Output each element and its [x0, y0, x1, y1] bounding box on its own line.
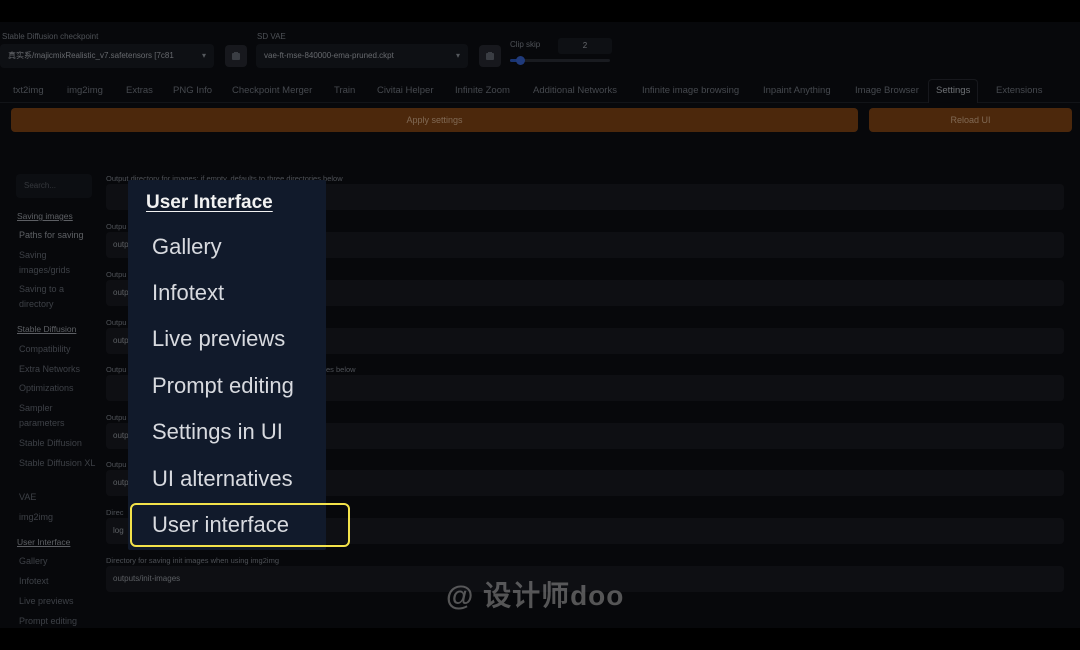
nav-item-stable-diffusion[interactable]: Stable Diffusion — [19, 436, 99, 451]
watermark: @ 设计师doo — [446, 580, 625, 611]
nav-item-paths-for-saving[interactable]: Paths for saving — [19, 228, 99, 243]
setting-label: Outpu — [106, 270, 127, 279]
nav-item-sampler-parameters[interactable]: Sampler parameters — [19, 401, 99, 431]
tab-png-info[interactable]: PNG Info — [173, 81, 212, 101]
popup-item-settings-in-ui[interactable]: Settings in UI — [152, 419, 283, 445]
nav-item-saving-images-grids[interactable]: Saving images/grids — [19, 248, 99, 278]
nav-item-prompt-editing[interactable]: Prompt editing — [19, 614, 99, 628]
nav-item-stable-diffusion-xl[interactable]: Stable Diffusion XL — [19, 456, 99, 471]
checkpoint-label: Stable Diffusion checkpoint — [2, 32, 99, 41]
tab-civitai-helper[interactable]: Civitai Helper — [377, 81, 434, 101]
reload-ui-button[interactable]: Reload UI — [869, 108, 1072, 132]
nav-item-compatibility[interactable]: Compatibility — [19, 342, 99, 357]
popup-item-ui-alternatives[interactable]: UI alternatives — [152, 466, 293, 492]
user-interface-zoom-menu: User Interface Gallery Infotext Live previ… — [128, 180, 326, 550]
nav-item-saving-to-a-directory[interactable]: Saving to a directory — [19, 282, 99, 312]
refresh-icon — [486, 52, 494, 60]
tab-image-browser[interactable]: Image Browser — [855, 81, 919, 101]
vae-value: vae-ft-mse-840000-ema-pruned.ckpt — [264, 51, 394, 60]
nav-item-optimizations[interactable]: Optimizations — [19, 381, 99, 396]
tab-inpaint-anything[interactable]: Inpaint Anything — [763, 81, 831, 101]
model-bar: Stable Diffusion checkpoint 真实系/majicmix… — [0, 22, 1080, 82]
nav-item-gallery[interactable]: Gallery — [19, 554, 99, 569]
chevron-down-icon: ▾ — [201, 51, 206, 60]
tab-additional-networks[interactable]: Additional Networks — [533, 81, 617, 101]
tab-img2img[interactable]: img2img — [67, 81, 103, 101]
setting-label: Outpu — [106, 413, 127, 422]
setting-label: Direc — [106, 508, 124, 517]
nav-item-vae[interactable]: VAE — [19, 490, 99, 505]
popup-item-prompt-editing[interactable]: Prompt editing — [152, 373, 294, 399]
tab-train[interactable]: Train — [334, 81, 355, 101]
nav-item-saving-images: Saving images — [17, 211, 73, 221]
main-tabs: txt2img img2img Extras PNG Info Checkpoint M… — [0, 78, 1080, 103]
nav-item-infotext[interactable]: Infotext — [19, 574, 99, 589]
popup-item-live-previews[interactable]: Live previews — [152, 326, 285, 352]
setting-label-tail: es below — [326, 365, 356, 374]
tab-infinite-zoom[interactable]: Infinite Zoom — [455, 81, 510, 101]
setting-label: Outpu — [106, 365, 127, 374]
tab-extensions[interactable]: Extensions — [996, 81, 1042, 101]
tab-settings[interactable]: Settings — [928, 79, 979, 103]
refresh-icon — [232, 52, 240, 60]
nav-item-user-interface: User Interface — [17, 537, 71, 547]
setting-label: Outpu — [106, 222, 127, 231]
settings-search-input[interactable]: Search... — [16, 174, 92, 198]
setting-label: Outpu — [106, 318, 127, 327]
refresh-checkpoint-button[interactable] — [225, 45, 247, 67]
nav-item-img2img[interactable]: img2img — [19, 510, 99, 525]
tab-txt2img[interactable]: txt2img — [13, 81, 44, 101]
vae-select[interactable]: vae-ft-mse-840000-ema-pruned.ckpt ▾ — [256, 44, 468, 68]
checkpoint-select[interactable]: 真实系/majicmixRealistic_v7.safetensors [7c… — [0, 44, 214, 68]
tab-checkpoint-merger[interactable]: Checkpoint Merger — [232, 81, 312, 101]
vae-label: SD VAE — [257, 32, 286, 41]
highlight-user-interface — [130, 503, 350, 547]
nav-item-stable-diffusion: Stable Diffusion — [17, 324, 77, 334]
popup-title: User Interface — [146, 192, 273, 213]
nav-item-extra-networks[interactable]: Extra Networks — [19, 362, 99, 377]
checkpoint-value: 真实系/majicmixRealistic_v7.safetensors [7c… — [8, 51, 174, 60]
chevron-down-icon: ▾ — [455, 51, 460, 60]
nav-item-live-previews[interactable]: Live previews — [19, 594, 99, 609]
clip-skip-handle[interactable] — [516, 56, 525, 65]
popup-item-infotext[interactable]: Infotext — [152, 280, 224, 306]
tab-extras[interactable]: Extras — [126, 81, 153, 101]
setting-label: Directory for saving init images when us… — [106, 556, 279, 565]
tab-infinite-image-browsing[interactable]: Infinite image browsing — [642, 81, 739, 101]
apply-settings-button[interactable]: Apply settings — [11, 108, 858, 132]
refresh-vae-button[interactable] — [479, 45, 501, 67]
setting-label: Outpu — [106, 460, 127, 469]
clip-skip-slider[interactable] — [510, 56, 610, 65]
clip-skip-input[interactable]: 2 — [558, 38, 612, 54]
clip-skip-label: Clip skip — [510, 40, 541, 49]
popup-item-gallery[interactable]: Gallery — [152, 234, 222, 260]
